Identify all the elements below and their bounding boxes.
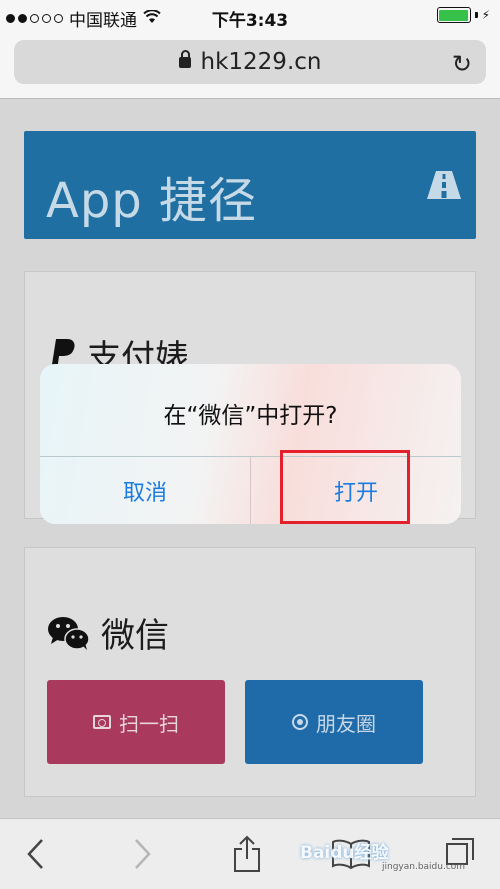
- highlight-box: [280, 450, 410, 524]
- share-icon: [234, 835, 260, 872]
- battery-tip: [474, 12, 478, 18]
- camera-icon: [93, 715, 111, 729]
- cancel-button[interactable]: 取消: [40, 457, 250, 524]
- back-button[interactable]: [10, 829, 60, 879]
- watermark-url: jingyan.baidu.com: [382, 862, 466, 872]
- url-text: hk1229.cn: [200, 49, 322, 75]
- dot-circle-icon: [292, 714, 308, 730]
- status-time: 下午3:43: [211, 11, 289, 31]
- url-bar[interactable]: hk1229.cn ↻: [14, 40, 486, 84]
- wechat-title-text: 微信: [101, 616, 169, 656]
- scan-button[interactable]: 扫一扫: [47, 680, 225, 764]
- page-title: App 捷径: [46, 173, 258, 229]
- chevron-left-icon: [27, 839, 43, 869]
- browser-toolbar: [0, 818, 500, 889]
- battery-icon: [436, 7, 471, 23]
- forward-button[interactable]: [118, 829, 168, 879]
- status-bar: 中国联通 下午3:43 ⚡: [0, 0, 500, 34]
- charging-icon: ⚡: [481, 8, 490, 22]
- moments-label: 朋友圈: [316, 711, 376, 736]
- watermark-logo: Baidu经验: [300, 843, 389, 863]
- header-banner: App 捷径: [24, 131, 476, 239]
- share-button[interactable]: [222, 829, 272, 879]
- url-display[interactable]: hk1229.cn: [14, 49, 486, 75]
- wechat-card-title: 微信: [47, 608, 169, 657]
- chevron-right-icon: [135, 839, 151, 869]
- scan-label: 扫一扫: [119, 711, 179, 736]
- status-right: ⚡: [436, 7, 490, 23]
- moments-button[interactable]: 朋友圈: [245, 680, 423, 764]
- reload-icon[interactable]: ↻: [452, 50, 472, 78]
- lock-icon: [178, 50, 191, 68]
- wechat-icon: [48, 616, 90, 650]
- dialog-title: 在“微信”中打开?: [163, 403, 338, 429]
- road-icon: [427, 171, 461, 199]
- browser-chrome: hk1229.cn ↻: [0, 34, 500, 99]
- wechat-card: 微信 扫一扫 朋友圈: [24, 547, 476, 797]
